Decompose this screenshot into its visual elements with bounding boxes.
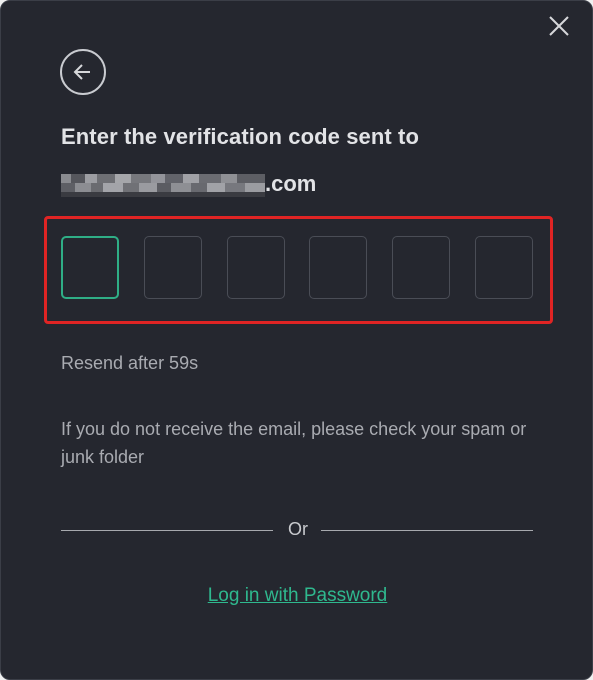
email-address: .com xyxy=(61,167,316,201)
code-digit-2[interactable] xyxy=(144,236,202,299)
page-title: Enter the verification code sent to xyxy=(61,124,420,149)
code-digit-1[interactable] xyxy=(61,236,119,299)
code-digit-5[interactable] xyxy=(392,236,450,299)
divider-or-label: Or xyxy=(288,519,308,539)
verification-dialog: Enter the verification code sent to .com… xyxy=(0,0,593,680)
code-digit-4[interactable] xyxy=(309,236,367,299)
resend-timer: Resend after 59s xyxy=(61,353,199,373)
arrow-left-icon xyxy=(73,64,90,80)
code-digit-6[interactable] xyxy=(475,236,533,299)
spam-hint: If you do not receive the email, please … xyxy=(61,419,527,467)
code-digit-3[interactable] xyxy=(227,236,285,299)
email-redacted-mask xyxy=(61,171,265,197)
back-button[interactable] xyxy=(60,49,106,95)
divider-right xyxy=(321,530,533,531)
close-button[interactable] xyxy=(546,13,572,39)
email-domain: .com xyxy=(265,171,317,196)
divider-left xyxy=(61,530,273,531)
close-icon xyxy=(549,16,569,36)
login-with-password-link[interactable]: Log in with Password xyxy=(1,585,592,607)
